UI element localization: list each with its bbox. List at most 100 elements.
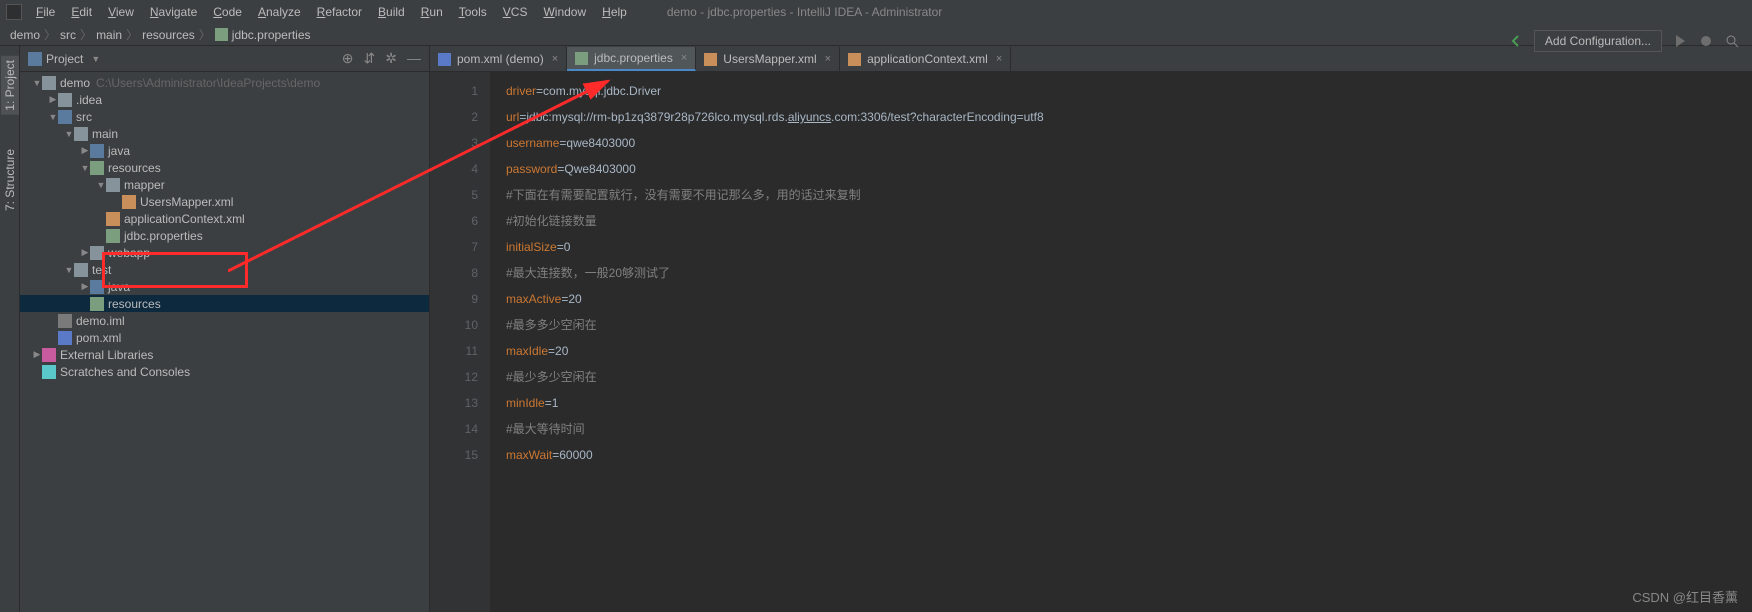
- tree-webapp[interactable]: ▶webapp: [20, 244, 429, 261]
- folder-icon: [90, 246, 104, 260]
- menu-file[interactable]: File: [28, 3, 63, 21]
- code-line-8[interactable]: #最大连接数，一般20够测试了: [506, 260, 1752, 286]
- left-gutter: 1: Project 7: Structure: [0, 46, 20, 612]
- code-line-3[interactable]: username=qwe8403000: [506, 130, 1752, 156]
- toolbar-right: Add Configuration...: [1508, 30, 1740, 52]
- tree-applicationContext.xml[interactable]: applicationContext.xml: [20, 210, 429, 227]
- tree-mapper[interactable]: ▼mapper: [20, 176, 429, 193]
- code-line-9[interactable]: maxActive=20: [506, 286, 1752, 312]
- editor-area: pom.xml (demo)×jdbc.properties×UsersMapp…: [430, 46, 1752, 612]
- close-icon[interactable]: ×: [825, 53, 831, 65]
- menu-tools[interactable]: Tools: [451, 3, 495, 21]
- file-prop-icon: [106, 229, 120, 243]
- crumb-jdbc.properties[interactable]: jdbc.properties: [215, 28, 311, 42]
- crumb-main[interactable]: main: [96, 28, 122, 42]
- code-line-11[interactable]: maxIdle=20: [506, 338, 1752, 364]
- libs-icon: [42, 348, 56, 362]
- tree-main[interactable]: ▼main: [20, 125, 429, 142]
- breadcrumb: demo〉src〉main〉resources〉jdbc.properties: [0, 24, 1752, 46]
- close-icon[interactable]: ×: [681, 52, 687, 64]
- code-line-4[interactable]: password=Qwe8403000: [506, 156, 1752, 182]
- tab-applicationContext.xml[interactable]: applicationContext.xml×: [840, 47, 1011, 71]
- tree-demo[interactable]: ▼demoC:\Users\Administrator\IdeaProjects…: [20, 74, 429, 91]
- crumb-resources[interactable]: resources: [142, 28, 195, 42]
- tree-jdbc.properties[interactable]: jdbc.properties: [20, 227, 429, 244]
- tree-java[interactable]: ▶java: [20, 278, 429, 295]
- close-icon[interactable]: ×: [996, 53, 1002, 65]
- crumb-src[interactable]: src: [60, 28, 76, 42]
- code-line-7[interactable]: initialSize=0: [506, 234, 1752, 260]
- hide-icon[interactable]: —: [407, 50, 421, 67]
- code-line-6[interactable]: #初始化链接数量: [506, 208, 1752, 234]
- tree-resources[interactable]: ▼resources: [20, 159, 429, 176]
- search-icon[interactable]: [1724, 33, 1740, 49]
- menu-help[interactable]: Help: [594, 3, 635, 21]
- tab-UsersMapper.xml[interactable]: UsersMapper.xml×: [696, 47, 840, 71]
- code-line-15[interactable]: maxWait=60000: [506, 442, 1752, 468]
- tree-test[interactable]: ▼test: [20, 261, 429, 278]
- project-panel: Project▼ ⊕ ⇵ ✲ — ▼demoC:\Users\Administr…: [20, 46, 430, 612]
- file-pom-icon: [438, 53, 451, 66]
- target-icon[interactable]: ⊕: [342, 50, 354, 67]
- file-xml-icon: [704, 53, 717, 66]
- debug-icon[interactable]: [1698, 33, 1714, 49]
- side-tab-structure[interactable]: 7: Structure: [1, 145, 19, 215]
- menu-code[interactable]: Code: [205, 3, 250, 21]
- file-xml-icon: [848, 53, 861, 66]
- run-icon[interactable]: [1672, 33, 1688, 49]
- tree-java[interactable]: ▶java: [20, 142, 429, 159]
- code-line-2[interactable]: url=jdbc:mysql://rm-bp1zq3879r28p726lco.…: [506, 104, 1752, 130]
- code-line-10[interactable]: #最多多少空闲在: [506, 312, 1752, 338]
- code-line-14[interactable]: #最大等待时间: [506, 416, 1752, 442]
- menu-edit[interactable]: Edit: [63, 3, 100, 21]
- menu-analyze[interactable]: Analyze: [250, 3, 309, 21]
- tree-demo.iml[interactable]: demo.iml: [20, 312, 429, 329]
- collapse-icon[interactable]: ⇵: [364, 50, 376, 67]
- menu-vcs[interactable]: VCS: [495, 3, 536, 21]
- app-icon: [6, 4, 22, 20]
- close-icon[interactable]: ×: [552, 53, 558, 65]
- back-icon[interactable]: [1508, 33, 1524, 49]
- tree-.idea[interactable]: ▶.idea: [20, 91, 429, 108]
- menu-refactor[interactable]: Refactor: [309, 3, 370, 21]
- code-line-5[interactable]: #下面在有需要配置就行，没有需要不用记那么多，用的话过来复制: [506, 182, 1752, 208]
- side-tab-project[interactable]: 1: Project: [1, 56, 19, 115]
- tree-UsersMapper.xml[interactable]: UsersMapper.xml: [20, 193, 429, 210]
- folder-src-icon: [90, 144, 104, 158]
- folder-icon: [106, 178, 120, 192]
- settings-icon[interactable]: ✲: [385, 50, 397, 67]
- folder-res-icon: [90, 161, 104, 175]
- folder-icon: [74, 263, 88, 277]
- tree-Scratches and Consoles[interactable]: Scratches and Consoles: [20, 363, 429, 380]
- project-tree[interactable]: ▼demoC:\Users\Administrator\IdeaProjects…: [20, 72, 429, 612]
- code-line-12[interactable]: #最少多少空闲在: [506, 364, 1752, 390]
- tab-jdbc.properties[interactable]: jdbc.properties×: [567, 47, 696, 71]
- file-pom-icon: [58, 331, 72, 345]
- menu-view[interactable]: View: [100, 3, 142, 21]
- code[interactable]: driver=com.mysql.jdbc.Driverurl=jdbc:mys…: [490, 72, 1752, 612]
- menu-window[interactable]: Window: [535, 3, 594, 21]
- folder-icon: [42, 76, 56, 90]
- tab-pom.xml (demo)[interactable]: pom.xml (demo)×: [430, 47, 567, 71]
- tree-pom.xml[interactable]: pom.xml: [20, 329, 429, 346]
- gutter: 123456789101112131415: [430, 72, 490, 612]
- tree-resources[interactable]: resources: [20, 295, 429, 312]
- menu-run[interactable]: Run: [413, 3, 451, 21]
- tree-External Libraries[interactable]: ▶External Libraries: [20, 346, 429, 363]
- folder-res-icon: [90, 297, 104, 311]
- scratch-icon: [42, 365, 56, 379]
- tree-src[interactable]: ▼src: [20, 108, 429, 125]
- project-panel-title[interactable]: Project▼: [28, 52, 342, 66]
- code-line-1[interactable]: driver=com.mysql.jdbc.Driver: [506, 78, 1752, 104]
- menu-build[interactable]: Build: [370, 3, 413, 21]
- folder-icon: [74, 127, 88, 141]
- menu-navigate[interactable]: Navigate: [142, 3, 205, 21]
- editor[interactable]: 123456789101112131415 driver=com.mysql.j…: [430, 72, 1752, 612]
- code-line-13[interactable]: minIdle=1: [506, 390, 1752, 416]
- folder-icon: [58, 93, 72, 107]
- file-xml-icon: [122, 195, 136, 209]
- add-configuration-button[interactable]: Add Configuration...: [1534, 30, 1662, 52]
- crumb-demo[interactable]: demo: [10, 28, 40, 42]
- project-panel-header: Project▼ ⊕ ⇵ ✲ —: [20, 46, 429, 72]
- file-xml-icon: [106, 212, 120, 226]
